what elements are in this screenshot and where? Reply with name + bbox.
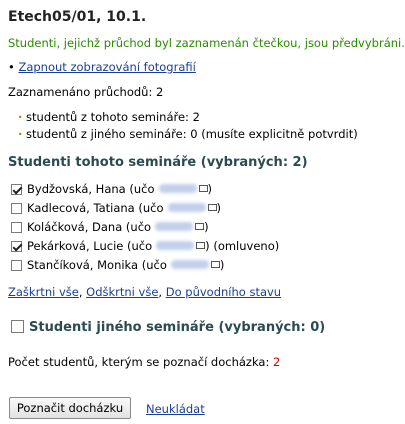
- other-seminar-row[interactable]: Studenti jiného semináře (vybraných: 0): [11, 320, 325, 335]
- student-name: Stančíková, Monika: [27, 258, 139, 272]
- bullet-icon: ·: [18, 110, 23, 124]
- summary-label: Počet studentů, kterým se poznačí docház…: [8, 355, 270, 369]
- summary-line: Počet studentů, kterým se poznačí docház…: [8, 355, 280, 369]
- recorded-item-text: studentů z tohoto semináře: 2: [26, 110, 200, 124]
- student-checkbox[interactable]: [11, 241, 22, 252]
- other-seminar-heading: Studenti jiného semináře (vybraných: 0): [29, 320, 326, 335]
- student-name: Kadlecová, Tatiana: [27, 201, 135, 215]
- uco-label: (učo: [141, 258, 167, 272]
- uco-label: (učo: [138, 201, 164, 215]
- redacted-uco: [158, 184, 197, 193]
- photo-toggle-row: • Zapnout zobrazování fotografií: [8, 60, 196, 74]
- card-icon: [198, 185, 208, 192]
- student-row[interactable]: Stančíková, Monika (učo): [11, 258, 224, 272]
- redacted-uco: [155, 222, 194, 231]
- card-icon: [207, 204, 217, 211]
- uco-close: ): [205, 239, 210, 253]
- recorded-label: Zaznamenáno průchodů:: [8, 85, 153, 99]
- student-row[interactable]: Kadlecová, Tatiana (učo): [11, 201, 221, 215]
- card-icon: [210, 261, 220, 268]
- student-name: Pekárková, Lucie: [27, 239, 124, 253]
- info-message: Studenti, jejichž průchod byl zaznamenán…: [8, 36, 405, 50]
- recorded-item-text: studentů z jiného semináře: 0 (musíte ex…: [26, 127, 358, 141]
- recorded-line: Zaznamenáno průchodů: 2: [8, 85, 163, 99]
- student-row[interactable]: Koláčková, Dana (učo): [11, 220, 209, 234]
- recorded-item: · studentů z jiného semináře: 0 (musíte …: [18, 127, 358, 141]
- reset-link[interactable]: Do původního stavu: [166, 285, 281, 299]
- uco-label: (učo: [127, 239, 153, 253]
- redacted-uco: [156, 241, 195, 250]
- bullet-icon: ·: [18, 127, 23, 141]
- other-seminar-checkbox[interactable]: [11, 320, 24, 333]
- redacted-uco: [167, 203, 206, 212]
- this-seminar-heading: Studenti tohoto semináře (vybraných: 2): [8, 155, 308, 170]
- uco-close: ): [204, 220, 209, 234]
- uco-label: (učo: [129, 182, 155, 196]
- student-checkbox[interactable]: [11, 184, 22, 195]
- uncheck-all-link[interactable]: Odškrtni vše: [86, 285, 158, 299]
- student-row[interactable]: Bydžovská, Hana (učo): [11, 182, 212, 196]
- card-icon: [195, 223, 205, 230]
- student-note: (omluveno): [213, 239, 280, 253]
- check-all-link[interactable]: Zaškrtni vše: [8, 285, 79, 299]
- student-row[interactable]: Pekárková, Lucie (učo) (omluveno): [11, 239, 279, 253]
- recorded-count: 2: [155, 85, 164, 99]
- submit-attendance-button[interactable]: Poznačit docházku: [9, 397, 131, 419]
- selection-actions: Zaškrtni vše, Odškrtni vše, Do původního…: [8, 285, 282, 299]
- uco-label: (učo: [125, 220, 152, 234]
- page-title: Etech05/01, 10.1.: [8, 9, 147, 25]
- bullet: •: [8, 60, 19, 74]
- redacted-uco: [170, 260, 209, 269]
- student-checkbox[interactable]: [11, 260, 22, 271]
- student-name: Bydžovská, Hana: [27, 182, 126, 196]
- student-checkbox[interactable]: [11, 222, 22, 233]
- uco-close: ): [216, 201, 222, 215]
- student-name: Koláčková, Dana: [27, 220, 123, 234]
- uco-close: ): [207, 182, 213, 196]
- photo-toggle-link[interactable]: Zapnout zobrazování fotografií: [18, 60, 195, 74]
- recorded-item: · studentů z tohoto semináře: 2: [18, 110, 200, 124]
- student-checkbox[interactable]: [11, 203, 22, 214]
- cancel-link[interactable]: Neukládat: [146, 402, 205, 416]
- summary-count: 2: [273, 355, 281, 369]
- card-icon: [196, 242, 206, 249]
- uco-close: ): [219, 258, 225, 272]
